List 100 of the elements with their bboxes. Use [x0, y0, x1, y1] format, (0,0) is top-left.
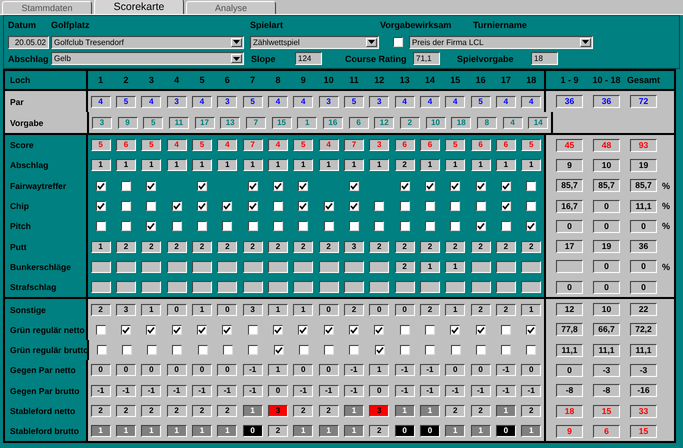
checkbox[interactable] — [425, 345, 436, 356]
value-field[interactable] — [445, 281, 466, 294]
value-field[interactable]: 1 — [166, 425, 187, 438]
value-field[interactable] — [470, 260, 491, 273]
checkbox[interactable] — [248, 180, 258, 191]
value-field[interactable] — [318, 281, 339, 294]
value-field[interactable]: 5 — [470, 96, 491, 108]
value-field[interactable]: 5 — [344, 96, 364, 108]
value-field[interactable]: 1 — [394, 405, 415, 417]
checkbox[interactable] — [476, 345, 486, 356]
value-field[interactable]: 1 — [141, 304, 162, 316]
checkbox[interactable] — [349, 345, 360, 356]
value-field[interactable] — [192, 260, 212, 273]
value-field[interactable]: 2 — [521, 405, 542, 417]
value-field[interactable]: 1 — [242, 159, 263, 172]
value-field[interactable]: 3 — [268, 405, 288, 417]
checkbox[interactable] — [196, 201, 207, 212]
value-field[interactable]: -1 — [420, 364, 440, 376]
value-field[interactable] — [496, 260, 516, 273]
value-field[interactable]: 3 — [217, 96, 238, 108]
checkbox[interactable] — [272, 201, 283, 212]
checkbox[interactable] — [96, 324, 106, 335]
value-field[interactable]: -1 — [166, 384, 187, 397]
value-field[interactable]: 2 — [141, 240, 162, 253]
value-field[interactable]: 4 — [394, 96, 415, 108]
checkbox[interactable] — [298, 221, 308, 232]
checkbox[interactable] — [450, 201, 460, 212]
checkbox[interactable] — [400, 345, 410, 356]
value-field[interactable]: 1 — [344, 405, 364, 417]
checkbox[interactable] — [172, 201, 182, 212]
value-field[interactable]: 2 — [268, 240, 288, 253]
game-type-dropdown[interactable]: Zählwettspiel — [250, 36, 379, 48]
value-field[interactable]: 4 — [521, 96, 542, 108]
value-field[interactable] — [90, 281, 111, 294]
value-field[interactable]: -1 — [116, 384, 136, 397]
checkbox[interactable] — [526, 221, 536, 232]
value-field[interactable]: 2 — [420, 240, 440, 253]
value-field[interactable]: 2 — [318, 240, 339, 253]
value-field[interactable] — [293, 281, 314, 294]
value-field[interactable]: 1 — [420, 260, 440, 273]
checkbox[interactable] — [146, 324, 156, 335]
course-rating-field[interactable]: 71,1 — [413, 52, 440, 66]
checkbox[interactable] — [374, 221, 384, 232]
value-field[interactable]: 3 — [369, 96, 390, 108]
checkbox[interactable] — [476, 324, 486, 335]
checkbox[interactable] — [526, 345, 536, 356]
checkbox[interactable] — [526, 180, 536, 191]
value-field[interactable]: 1 — [521, 425, 542, 438]
value-field[interactable]: 2 — [116, 405, 136, 417]
checkbox[interactable] — [248, 221, 258, 232]
checkbox[interactable] — [400, 201, 410, 212]
value-field[interactable]: -1 — [217, 384, 238, 397]
checkbox[interactable] — [500, 180, 511, 191]
checkbox[interactable] — [172, 221, 182, 232]
value-field[interactable]: 1 — [90, 240, 111, 253]
value-field[interactable]: 3 — [369, 405, 390, 417]
value-field[interactable]: 5 — [242, 96, 263, 108]
value-field[interactable] — [318, 260, 339, 273]
value-field[interactable]: 4 — [420, 96, 440, 108]
checkbox[interactable] — [198, 345, 208, 356]
value-field[interactable]: 0 — [394, 304, 415, 316]
value-field[interactable] — [217, 281, 238, 294]
value-field[interactable]: 4 — [293, 96, 314, 108]
value-field[interactable]: 0 — [242, 425, 263, 438]
value-field[interactable]: -1 — [90, 384, 111, 397]
value-field[interactable]: 1 — [369, 364, 390, 376]
value-field[interactable]: 1 — [470, 159, 491, 172]
slope-field[interactable]: 124 — [295, 52, 322, 66]
checkbox[interactable] — [196, 221, 207, 232]
value-field[interactable]: 1 — [420, 405, 440, 417]
checkbox[interactable] — [120, 201, 131, 212]
value-field[interactable]: 0 — [217, 364, 238, 376]
value-field[interactable]: -1 — [344, 364, 364, 376]
value-field[interactable]: 1 — [268, 364, 288, 376]
value-field[interactable]: 2 — [369, 425, 390, 438]
value-field[interactable]: -1 — [420, 384, 440, 397]
checkbox[interactable] — [222, 324, 232, 335]
checkbox[interactable] — [96, 180, 106, 191]
value-field[interactable]: 1 — [90, 425, 111, 438]
value-field[interactable]: 0 — [470, 364, 491, 376]
value-field[interactable]: -1 — [496, 384, 516, 397]
value-field[interactable]: 0 — [141, 364, 162, 376]
checkbox[interactable] — [450, 324, 460, 335]
value-field[interactable] — [141, 260, 162, 273]
value-field[interactable]: 2 — [369, 240, 390, 253]
checkbox[interactable] — [122, 345, 132, 356]
value-field[interactable]: 0 — [268, 384, 288, 397]
value-field[interactable]: 1 — [521, 159, 542, 172]
value-field[interactable]: 1 — [217, 425, 238, 438]
value-field[interactable]: 2 — [192, 240, 212, 253]
value-field[interactable]: 1 — [318, 159, 339, 172]
value-field[interactable] — [470, 281, 491, 294]
value-field[interactable]: 0 — [521, 364, 542, 376]
value-field[interactable]: 4 — [192, 96, 212, 108]
playing-handicap-field[interactable]: 18 — [531, 52, 558, 66]
value-field[interactable]: 1 — [192, 304, 212, 316]
value-field[interactable]: 3 — [344, 240, 364, 253]
value-field[interactable]: 2 — [344, 304, 364, 316]
value-field[interactable]: 2 — [217, 240, 238, 253]
value-field[interactable]: 0 — [496, 425, 516, 438]
